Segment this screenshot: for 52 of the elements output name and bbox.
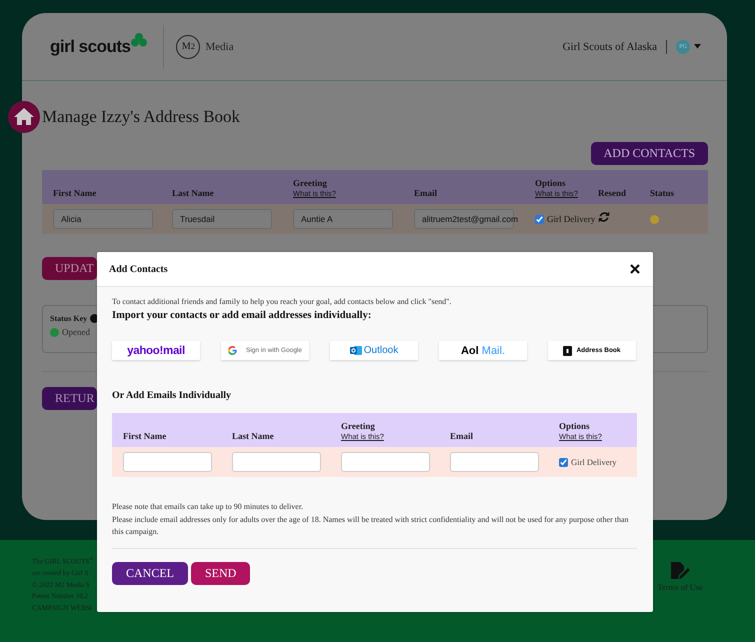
column-header: First Name	[123, 431, 168, 441]
text-field[interactable]: Alicia	[53, 209, 153, 229]
section-heading: Or Add Emails Individually	[112, 390, 232, 401]
address-book-icon	[563, 346, 572, 356]
column-header: Greeting	[293, 178, 328, 188]
brand-logo: girl scouts	[50, 36, 130, 56]
home-icon[interactable]	[8, 101, 40, 133]
status-key-title: Status Key	[50, 314, 88, 323]
add-contacts-button[interactable]: ADD CONTACTS	[590, 142, 708, 165]
text-field[interactable]: Auntie A	[293, 209, 393, 229]
column-header: Options	[535, 178, 567, 188]
option-label: Girl Delivery	[547, 214, 596, 224]
google-icon	[228, 346, 237, 355]
partner-name: Media	[205, 40, 234, 52]
text-field[interactable]	[450, 452, 539, 472]
column-header: Options	[559, 421, 591, 431]
option-label: Girl Delivery	[571, 457, 617, 467]
yahoo-mail-button[interactable]: yahoo!mail	[112, 341, 200, 360]
column-header: Resend	[598, 188, 628, 198]
update-button[interactable]: UPDAT	[42, 257, 97, 280]
intro-text: To contact additional friends and family to help you reach your goal, add contacts below and click "send".	[112, 297, 452, 306]
column-header: Status	[650, 188, 676, 198]
page-title: Manage Izzy's Address Book	[42, 107, 240, 127]
outlook-button[interactable]: Outlook	[330, 341, 418, 360]
note-text: Please include email addresses only for adults over the age of 18. Names will be treated with strict confidentiality and will not be used for any purpose other than this campaign.	[112, 514, 630, 538]
text-field[interactable]	[123, 452, 212, 472]
outlook-icon	[350, 345, 362, 356]
column-header: Email	[414, 188, 438, 198]
return-button[interactable]: RETUR	[42, 387, 97, 410]
send-button[interactable]: SEND	[191, 562, 250, 584]
column-header: Last Name	[172, 188, 215, 198]
close-icon[interactable]	[630, 264, 640, 274]
status-label: Opened	[62, 327, 90, 337]
column-header: Email	[450, 431, 474, 441]
column-header: Greeting	[341, 421, 376, 431]
dialog-title: Add Contacts	[109, 264, 168, 274]
council-name: Girl Scouts of Alaska	[562, 40, 657, 52]
cancel-button[interactable]: CANCEL	[112, 562, 188, 584]
column-header: Last Name	[232, 431, 275, 441]
note-text: Please note that emails can take up to 90 minutes to deliver.	[112, 501, 304, 513]
text-field[interactable]	[341, 452, 430, 472]
text-field[interactable]: Truesdail	[172, 209, 272, 229]
clover-icon	[131, 33, 148, 48]
refresh-icon[interactable]	[598, 211, 610, 223]
checkbox[interactable]	[535, 214, 544, 224]
caret-icon[interactable]	[694, 44, 701, 49]
section-heading: Import your contacts or add email addresses individually:	[112, 310, 372, 321]
aol-mail-button[interactable]: Aol Mail.	[439, 341, 527, 360]
checkbox[interactable]	[559, 458, 568, 466]
column-header: First Name	[53, 188, 98, 198]
text-field[interactable]	[232, 452, 321, 472]
document-pen-icon[interactable]	[670, 562, 690, 580]
